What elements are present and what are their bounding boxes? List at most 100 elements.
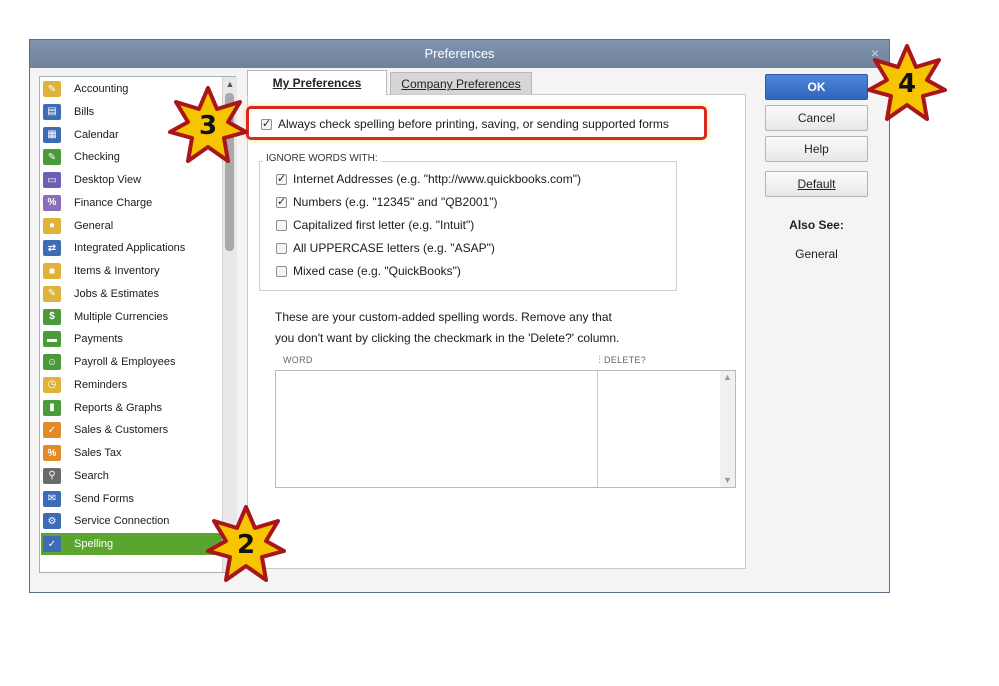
checkbox-box[interactable] [276,219,287,231]
sidebar-item-label: Finance Charge [74,196,153,209]
sidebar-item-label: Calendar [74,128,119,141]
calendar-icon: ▦ [43,126,61,143]
sidebar-item-jobs-estimates[interactable]: ✎ Jobs & Estimates [41,283,222,305]
sidebar-item-label: Service Connection [74,515,170,528]
ignore-numbers-checkbox[interactable]: Numbers (e.g. "12345" and "QB2001") [276,195,498,209]
sidebar-item-label: Checking [74,151,120,164]
callout-number: 4 [897,69,917,99]
sidebar-item-label: Bills [74,105,95,118]
default-button-label: Default [797,177,836,191]
sidebar-item-service-connection[interactable]: ⚙ Service Connection [41,510,222,532]
sidebar-item-multiple-currencies[interactable]: $ Multiple Currencies [41,306,222,328]
callout-star-2: 2 [204,503,288,587]
sidebar-item-label: Reports & Graphs [74,401,163,414]
general-icon: ● [43,217,61,234]
checkbox-box[interactable] [276,242,287,254]
sidebar-item-search[interactable]: ⚲ Search [41,465,222,487]
checkbox-box[interactable] [276,265,287,277]
sidebar-item-label: Accounting [74,83,129,95]
service-connection-icon: ⚙ [43,513,61,530]
grid-scrollbar[interactable]: ▲ ▼ [720,371,735,487]
sidebar-item-sales-tax[interactable]: % Sales Tax [41,442,222,464]
cancel-button[interactable]: Cancel [765,105,868,131]
sidebar-item-integrated-applications[interactable]: ⇄ Integrated Applications [41,237,222,259]
custom-words-text-line2: you don't want by clicking the checkmark… [275,331,620,345]
scroll-down-icon[interactable]: ▼ [720,474,735,487]
ignore-internet-addresses-checkbox[interactable]: Internet Addresses (e.g. "http://www.qui… [276,172,581,186]
checkbox-label: All UPPERCASE letters (e.g. "ASAP") [293,241,495,255]
tab-company-preferences[interactable]: Company Preferences [390,72,532,94]
custom-words-grid[interactable] [275,370,736,488]
sidebar-item-reminders[interactable]: ◷ Reminders [41,374,222,396]
checkbox-label: Mixed case (e.g. "QuickBooks") [293,264,461,278]
sidebar-item-label: Jobs & Estimates [74,287,159,300]
ignore-uppercase-checkbox[interactable]: All UPPERCASE letters (e.g. "ASAP") [276,241,495,255]
sidebar-item-desktop-view[interactable]: ▭ Desktop View [41,169,222,191]
checkbox-label: Numbers (e.g. "12345" and "QB2001") [293,195,498,209]
search-icon: ⚲ [43,467,61,484]
sidebar-item-label: Items & Inventory [74,265,160,277]
checkbox-label: Capitalized first letter (e.g. "Intuit") [293,218,475,232]
default-button[interactable]: Default [765,171,868,197]
sidebar-item-label: Reminders [74,378,128,391]
send-forms-icon: ✉ [43,490,61,507]
checkbox-box[interactable] [261,117,272,130]
sidebar-item-label: Desktop View [74,174,142,186]
tab-company-preferences-label: Company Preferences [401,77,521,91]
sidebar-item-payments[interactable]: ▬ Payments [41,328,222,350]
sidebar-item-spelling[interactable]: ✓ Spelling [41,533,222,555]
checkbox-box[interactable] [276,195,287,208]
also-see-heading: Also See: [789,218,844,232]
reports-graphs-icon: ▮ [43,399,61,416]
callout-star-3: 3 [166,84,250,168]
sidebar-item-payroll-employees[interactable]: ☺ Payroll & Employees [41,351,222,373]
ignore-mixed-case-checkbox[interactable]: Mixed case (e.g. "QuickBooks") [276,264,461,278]
sidebar-item-label: Sales & Customers [74,424,169,437]
multiple-currencies-icon: $ [43,308,61,325]
finance-charge-icon: % [43,194,61,211]
payments-icon: ▬ [43,331,61,348]
sidebar-item-label: Search [74,469,109,482]
sidebar-item-label: Payroll & Employees [74,356,176,368]
always-check-spelling-checkbox[interactable]: Always check spelling before printing, s… [261,117,669,131]
tab-my-preferences-label: My Preferences [272,76,362,90]
scroll-up-icon[interactable]: ▲ [720,371,735,384]
ignore-capitalized-checkbox[interactable]: Capitalized first letter (e.g. "Intuit") [276,218,474,232]
sidebar-item-reports-graphs[interactable]: ▮ Reports & Graphs [41,397,222,419]
sidebar-item-label: Spelling [74,538,114,550]
sidebar-item-items-inventory[interactable]: ■ Items & Inventory [41,260,222,282]
sidebar-item-general[interactable]: ● General [41,215,222,237]
callout-number: 3 [198,111,218,141]
grid-column-divider [597,371,598,487]
callout-star-4: 4 [865,42,949,126]
sidebar-item-label: Send Forms [74,492,134,505]
jobs-estimates-icon: ✎ [43,285,61,302]
help-button[interactable]: Help [765,136,868,162]
tab-my-preferences[interactable]: My Preferences [247,70,387,95]
column-header-delete[interactable]: DELETE? [604,355,646,365]
sidebar-item-label: Multiple Currencies [74,310,169,323]
sidebar-item-label: General [74,219,114,232]
accounting-icon: ✎ [43,81,61,97]
column-header-word[interactable]: WORD [283,355,313,365]
sidebar-item-sales-customers[interactable]: ✓ Sales & Customers [41,419,222,441]
sales-customers-icon: ✓ [43,422,61,439]
sidebar-item-send-forms[interactable]: ✉ Send Forms [41,488,222,510]
payroll-employees-icon: ☺ [43,354,61,370]
ignore-words-legend: IGNORE WORDS WITH: [263,153,381,164]
callout-number: 2 [236,530,256,560]
sales-tax-icon: % [43,445,61,461]
sidebar-item-finance-charge[interactable]: % Finance Charge [41,192,222,214]
sidebar-item-label: Integrated Applications [74,242,186,255]
checkbox-box[interactable] [276,172,287,185]
sidebar-item-label: Payments [74,333,123,346]
always-check-spelling-label: Always check spelling before printing, s… [278,117,669,131]
bills-icon: ▤ [43,103,61,120]
also-see-general-link[interactable]: General [765,247,868,261]
checking-icon: ✎ [43,149,61,166]
custom-words-text-line1: These are your custom-added spelling wor… [275,310,612,324]
ok-button[interactable]: OK [765,74,868,100]
column-separator: ⋮ [595,354,605,364]
checkbox-label: Internet Addresses (e.g. "http://www.qui… [293,172,581,186]
spelling-icon: ✓ [43,536,61,552]
